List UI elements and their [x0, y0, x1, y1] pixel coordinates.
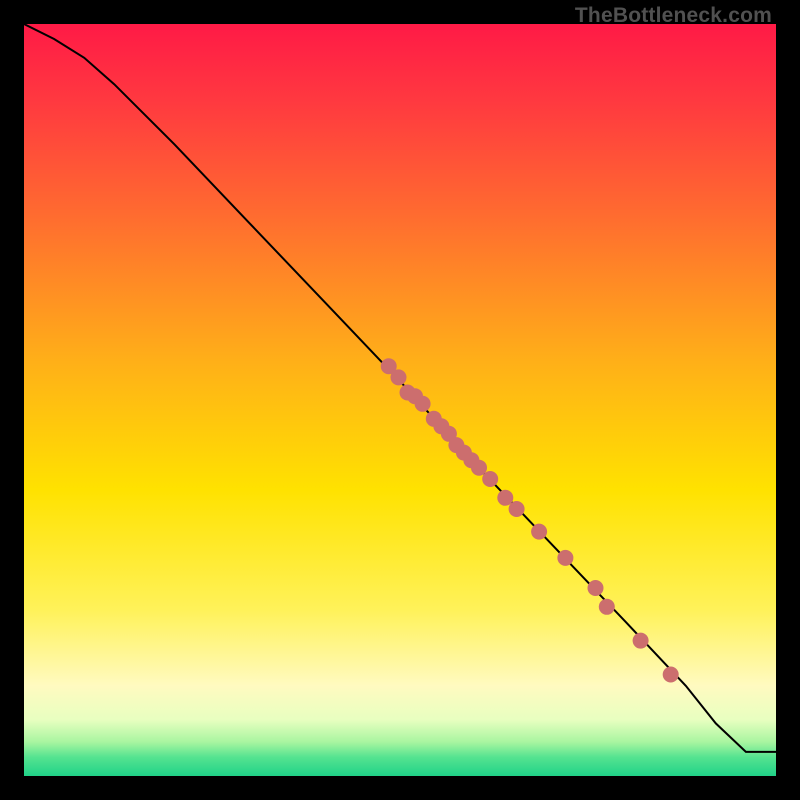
data-point: [415, 396, 431, 412]
data-point: [599, 599, 615, 615]
data-point: [509, 501, 525, 517]
data-point: [588, 580, 604, 596]
data-point: [391, 369, 407, 385]
data-point: [663, 667, 679, 683]
curve-line: [24, 24, 776, 752]
data-point: [633, 633, 649, 649]
data-point: [557, 550, 573, 566]
data-point: [531, 524, 547, 540]
chart-overlay: [24, 24, 776, 776]
data-point: [482, 471, 498, 487]
